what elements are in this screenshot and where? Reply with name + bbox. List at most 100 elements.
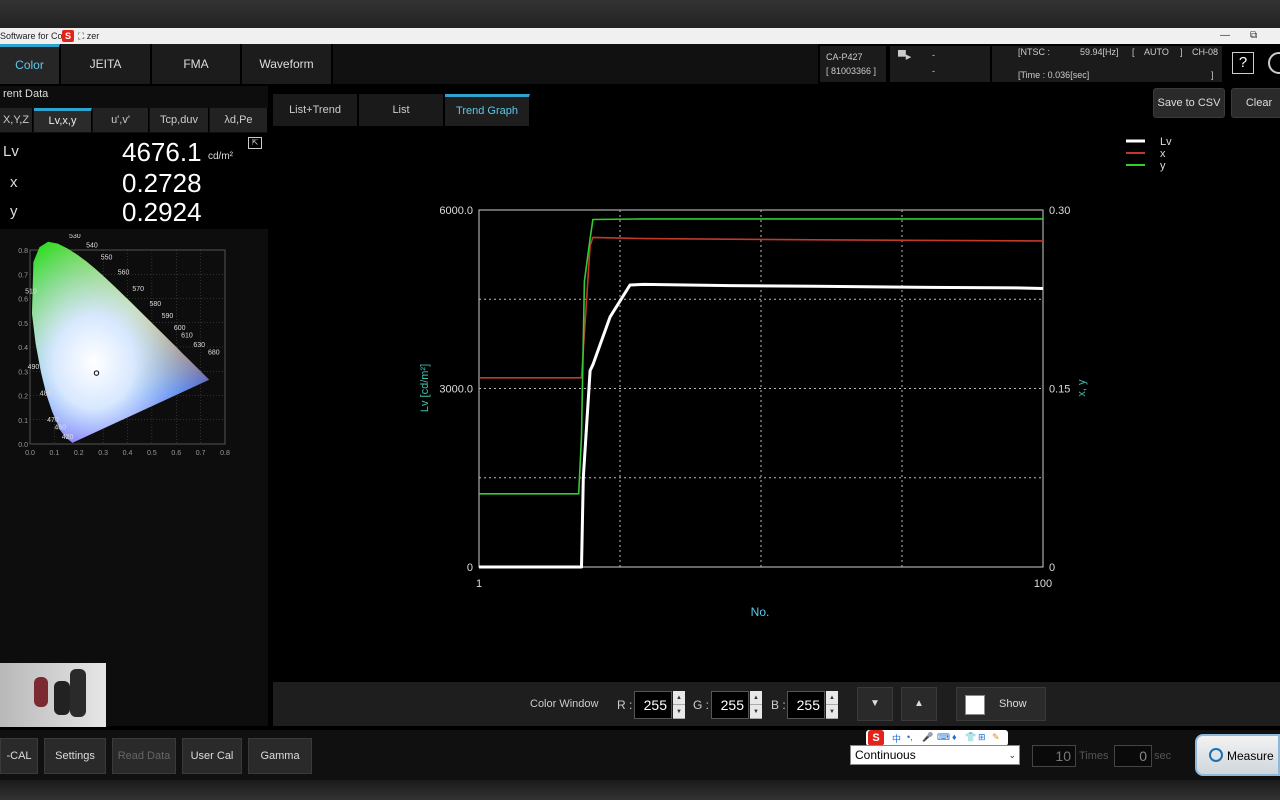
device-serial: [ 81003366 ] (826, 66, 877, 76)
y-label: y (10, 203, 18, 220)
minimize-button[interactable]: — (1220, 30, 1230, 41)
b-input[interactable]: 255 (787, 691, 825, 719)
r-stepper[interactable]: ▲ ▼ (673, 691, 685, 719)
probe-icon: ▀▸ (898, 51, 912, 63)
g-stepper-down[interactable]: ▼ (750, 705, 762, 719)
cie-x-tick-5: 0.5 (147, 450, 157, 457)
cie-wavelength-label-680: 680 (208, 349, 220, 356)
show-button[interactable]: Show (956, 687, 1046, 721)
cie-wavelength-label-590: 590 (162, 313, 174, 320)
save-to-csv-button[interactable]: Save to CSV (1153, 88, 1225, 118)
cie-wavelength-label-420: 420 (62, 434, 74, 441)
ime-keyboard-icon[interactable]: ⌨ (937, 732, 950, 743)
cie-x-tick-1: 0.1 (50, 450, 60, 457)
probe-info: ▀▸ - - (890, 46, 990, 82)
b-stepper[interactable]: ▲ ▼ (826, 691, 838, 719)
integration-time: [Time : 0.036[sec] (1018, 70, 1090, 80)
r-stepper-down[interactable]: ▼ (673, 705, 685, 719)
cie-wavelength-label-560: 560 (118, 269, 130, 276)
cie-y-tick-8: 0.0 (18, 442, 28, 449)
interval-input[interactable]: 0 (1114, 745, 1152, 767)
subtab-xyz[interactable]: X,Y,Z (0, 108, 33, 132)
measure-button[interactable]: Measure (1195, 734, 1280, 776)
settings-button[interactable]: Settings (44, 738, 106, 774)
probe-value-1: - (932, 50, 935, 60)
window-title-suffix: ⛶ zer (78, 31, 100, 41)
cie-wavelength-label-490: 490 (28, 364, 40, 371)
sync-label: [NTSC : (1018, 47, 1051, 57)
show-button-label: Show (999, 698, 1027, 710)
time-bracket-close: ] (1211, 70, 1214, 80)
g-stepper[interactable]: ▲ ▼ (750, 691, 762, 719)
b-label: B : (771, 698, 786, 712)
g-input[interactable]: 255 (711, 691, 749, 719)
tab-list-trend-graph[interactable]: List+Trend Graph (273, 94, 358, 148)
gamma-button[interactable]: Gamma (248, 738, 312, 774)
subtab-lvxy[interactable]: Lv,x,y (34, 108, 92, 132)
tab-list[interactable]: List (359, 94, 444, 126)
trend-right-tick-0: 0.30 (1049, 205, 1070, 217)
trend-x-axis-label: No. (751, 605, 770, 619)
ime-punctuation-icon[interactable]: •, (907, 732, 913, 742)
ime-shirt-icon[interactable]: 👕 (965, 732, 976, 743)
lv-label: Lv (3, 143, 19, 160)
cie-x-tick-8: 0.8 (220, 450, 230, 457)
sync-info: [NTSC : 59.94[Hz] [ AUTO ] CH-08 [Time :… (992, 46, 1222, 82)
cie-wavelength-label-460: 460 (54, 424, 66, 431)
tab-trend-graph[interactable]: Trend Graph (445, 94, 530, 126)
expand-icon[interactable]: ⇱ (248, 137, 262, 149)
trend-right-y-axis-label: x, y (1076, 379, 1088, 397)
ime-skin-icon[interactable]: ♦ (952, 732, 957, 742)
device-model: CA-P427 (826, 52, 863, 62)
up-button[interactable]: ▲ (901, 687, 937, 721)
sync-bracket-open: [ (1132, 47, 1135, 57)
cie-wavelength-label-600: 600 (174, 325, 186, 332)
clear-button[interactable]: Clear (1231, 88, 1280, 118)
probe-value-2: - (932, 66, 935, 76)
r-input[interactable]: 255 (634, 691, 672, 719)
cie-x-tick-6: 0.6 (171, 450, 181, 457)
power-button[interactable] (1268, 52, 1280, 74)
cie-wavelength-label-550: 550 (101, 255, 113, 262)
color-window-label: Color Window (530, 698, 599, 710)
chevron-down-icon: ⌄ (1008, 750, 1016, 760)
cie-chromaticity-diagram: 520 530 540550 560 570 580590600610630680 510 4… (18, 234, 230, 457)
ime-logo-icon[interactable]: S (868, 730, 884, 746)
b-stepper-down[interactable]: ▼ (826, 705, 838, 719)
subtab-ld-pe[interactable]: λd,Pe (210, 108, 268, 132)
times-input[interactable]: 10 (1032, 745, 1076, 767)
subtab-tcp-duv[interactable]: Tcp,duv (150, 108, 209, 132)
r-stepper-up[interactable]: ▲ (673, 691, 685, 705)
times-label: Times (1079, 750, 1109, 762)
restore-button[interactable]: ⧉ (1250, 30, 1257, 41)
sync-bracket-close: ] (1180, 47, 1183, 57)
ime-chinese-icon[interactable]: 中 (892, 732, 901, 745)
tab-waveform[interactable]: Waveform (242, 44, 332, 84)
tab-color[interactable]: Color (0, 44, 60, 84)
cie-y-tick-5: 0.3 (18, 369, 28, 376)
cie-y-tick-2: 0.6 (18, 297, 28, 304)
b-stepper-up[interactable]: ▲ (826, 691, 838, 705)
subtab-uv[interactable]: u',v' (93, 108, 149, 132)
down-button[interactable]: ▼ (857, 687, 893, 721)
tab-fma[interactable]: FMA (152, 44, 241, 84)
cie-wavelength-label-540: 540 (86, 243, 98, 250)
ime-grid-icon[interactable]: ⊞ (978, 732, 986, 743)
user-cal-button[interactable]: User Cal (182, 738, 242, 774)
read-data-button[interactable]: Read Data (112, 738, 176, 774)
measure-mode-select[interactable]: Continuous ⌄ (850, 745, 1020, 765)
color-swatch-icon (965, 695, 985, 715)
measure-mode-value: Continuous (855, 748, 916, 762)
ime-microphone-icon[interactable]: 🎤 (922, 732, 933, 743)
bottom-edge (0, 780, 1280, 800)
cie-x-tick-3: 0.3 (98, 450, 108, 457)
x-value: 0.2728 (122, 168, 202, 198)
g-stepper-up[interactable]: ▲ (750, 691, 762, 705)
help-button[interactable]: ? (1232, 52, 1254, 74)
cal-button[interactable]: -CAL (0, 738, 38, 774)
tab-jeita[interactable]: JEITA (61, 44, 151, 84)
cie-y-tick-7: 0.1 (18, 418, 28, 425)
cie-wavelength-label-480: 480 (40, 391, 52, 398)
ime-edit-icon[interactable]: ✎ (992, 732, 1000, 743)
cie-y-tick-4: 0.4 (18, 345, 28, 352)
